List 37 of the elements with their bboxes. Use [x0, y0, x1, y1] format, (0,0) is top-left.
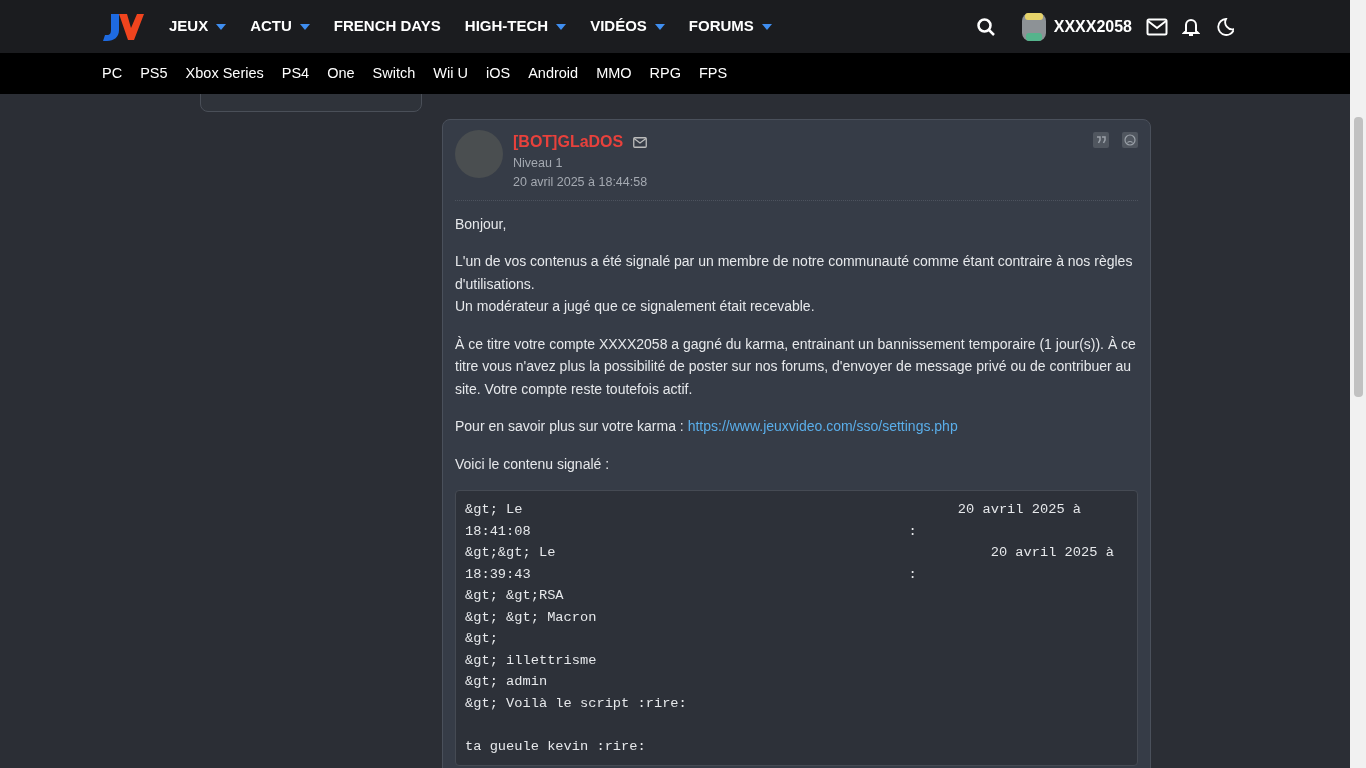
nav-menu-item[interactable]: ACTU [250, 15, 310, 38]
platform-link[interactable]: RPG [649, 62, 681, 85]
platform-link[interactable]: FPS [699, 62, 728, 85]
message-paragraph: À ce titre votre compte XXXX2058 a gagné du karma, entrainant un bannissement temporaire (1 jour(s)). À ce titre vous n'avez plus la possibilité de poster sur nos forums, d'envoyer de message privé ou de contribuer au site. Votre compte reste toutefois actif. [455, 334, 1137, 399]
avatar-icon[interactable] [1019, 10, 1048, 43]
search-icon[interactable] [975, 16, 996, 37]
mail-icon[interactable] [633, 136, 648, 148]
message-paragraph: Bonjour, [455, 214, 508, 234]
platform-link[interactable]: Switch [372, 62, 416, 85]
platform-link[interactable]: Android [528, 62, 579, 85]
message-paragraph: Voici le contenu signalé : [455, 454, 611, 474]
sad-face-icon[interactable] [1122, 132, 1138, 148]
platform-link[interactable]: PS4 [281, 62, 310, 85]
moon-icon[interactable] [1214, 16, 1234, 37]
platform-link[interactable]: MMO [596, 62, 632, 85]
nav-menu-item[interactable]: FRENCH DAYS [333, 15, 441, 38]
nav-menu-item[interactable]: JEUX [169, 15, 227, 38]
message-paragraph: Pour en savoir plus sur votre karma : https://www.jeuxvideo.com/sso/settings.php [455, 417, 959, 436]
username[interactable]: XXXX2058 [1053, 14, 1132, 39]
message-date: 20 avril 2025 à 18:44:58 [513, 173, 648, 191]
platform-link[interactable]: Xbox Series [185, 62, 264, 85]
message-paragraph: L'un de vos contenus a été signalé par un membre de notre communauté comme étant contraire à nos règles d'utilisations. Un modérateur a jugé que ce signalement était recevable. [455, 252, 1134, 316]
quoted-content: &gt; Le 20 avril 2025 à 18:41:08 : &gt;&gt; Le 20 avril 2025 à 18:39:43 : &gt; &gt;RSA &gt; &gt; Macron &gt; &gt; illettrisme &gt; admin &gt; Voilà le script :rire: ta gueule kevin :rire: [455, 490, 1138, 766]
platform-link[interactable]: One [327, 62, 355, 85]
platform-link[interactable]: PS5 [140, 62, 168, 85]
nav-menu-item[interactable]: HIGH-TECH [464, 15, 567, 38]
quote-icon[interactable] [1093, 132, 1109, 148]
nav-menu-item[interactable]: FORUMS [688, 15, 772, 38]
karma-link[interactable]: https://www.jeuxvideo.com/sso/settings.php [687, 418, 958, 434]
scrollbar-thumb[interactable] [1353, 117, 1363, 397]
platform-link[interactable]: Wii U [433, 62, 468, 85]
logo-icon[interactable] [101, 11, 145, 42]
author-level: Niveau 1 [513, 155, 564, 172]
nav-menu-item[interactable]: VIDÉOS [590, 15, 665, 38]
platform-link[interactable]: PC [102, 62, 123, 85]
platform-link[interactable]: iOS [485, 62, 511, 85]
bell-icon[interactable] [1182, 16, 1200, 37]
